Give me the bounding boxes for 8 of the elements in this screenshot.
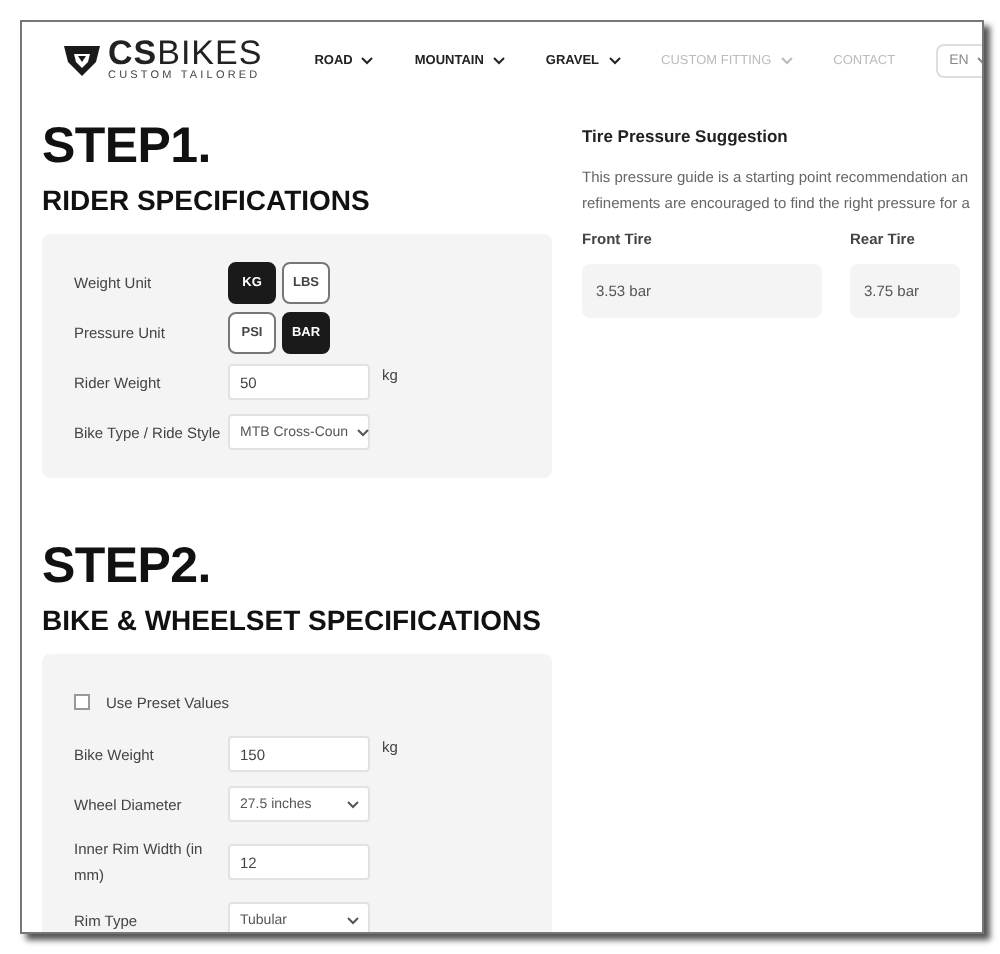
shield-logo-icon bbox=[62, 42, 102, 78]
panel-title: Tire Pressure Suggestion bbox=[582, 126, 790, 146]
section-title: BIKE & WHEELSET SPECIFICATIONS bbox=[42, 602, 543, 638]
step-number: STEP1. bbox=[42, 118, 213, 174]
checkbox[interactable] bbox=[74, 694, 90, 710]
step-number: STEP2. bbox=[42, 538, 213, 594]
section-title: RIDER SPECIFICATIONS bbox=[42, 182, 372, 218]
brand-logo[interactable]: CSBIKES bbox=[108, 37, 263, 69]
